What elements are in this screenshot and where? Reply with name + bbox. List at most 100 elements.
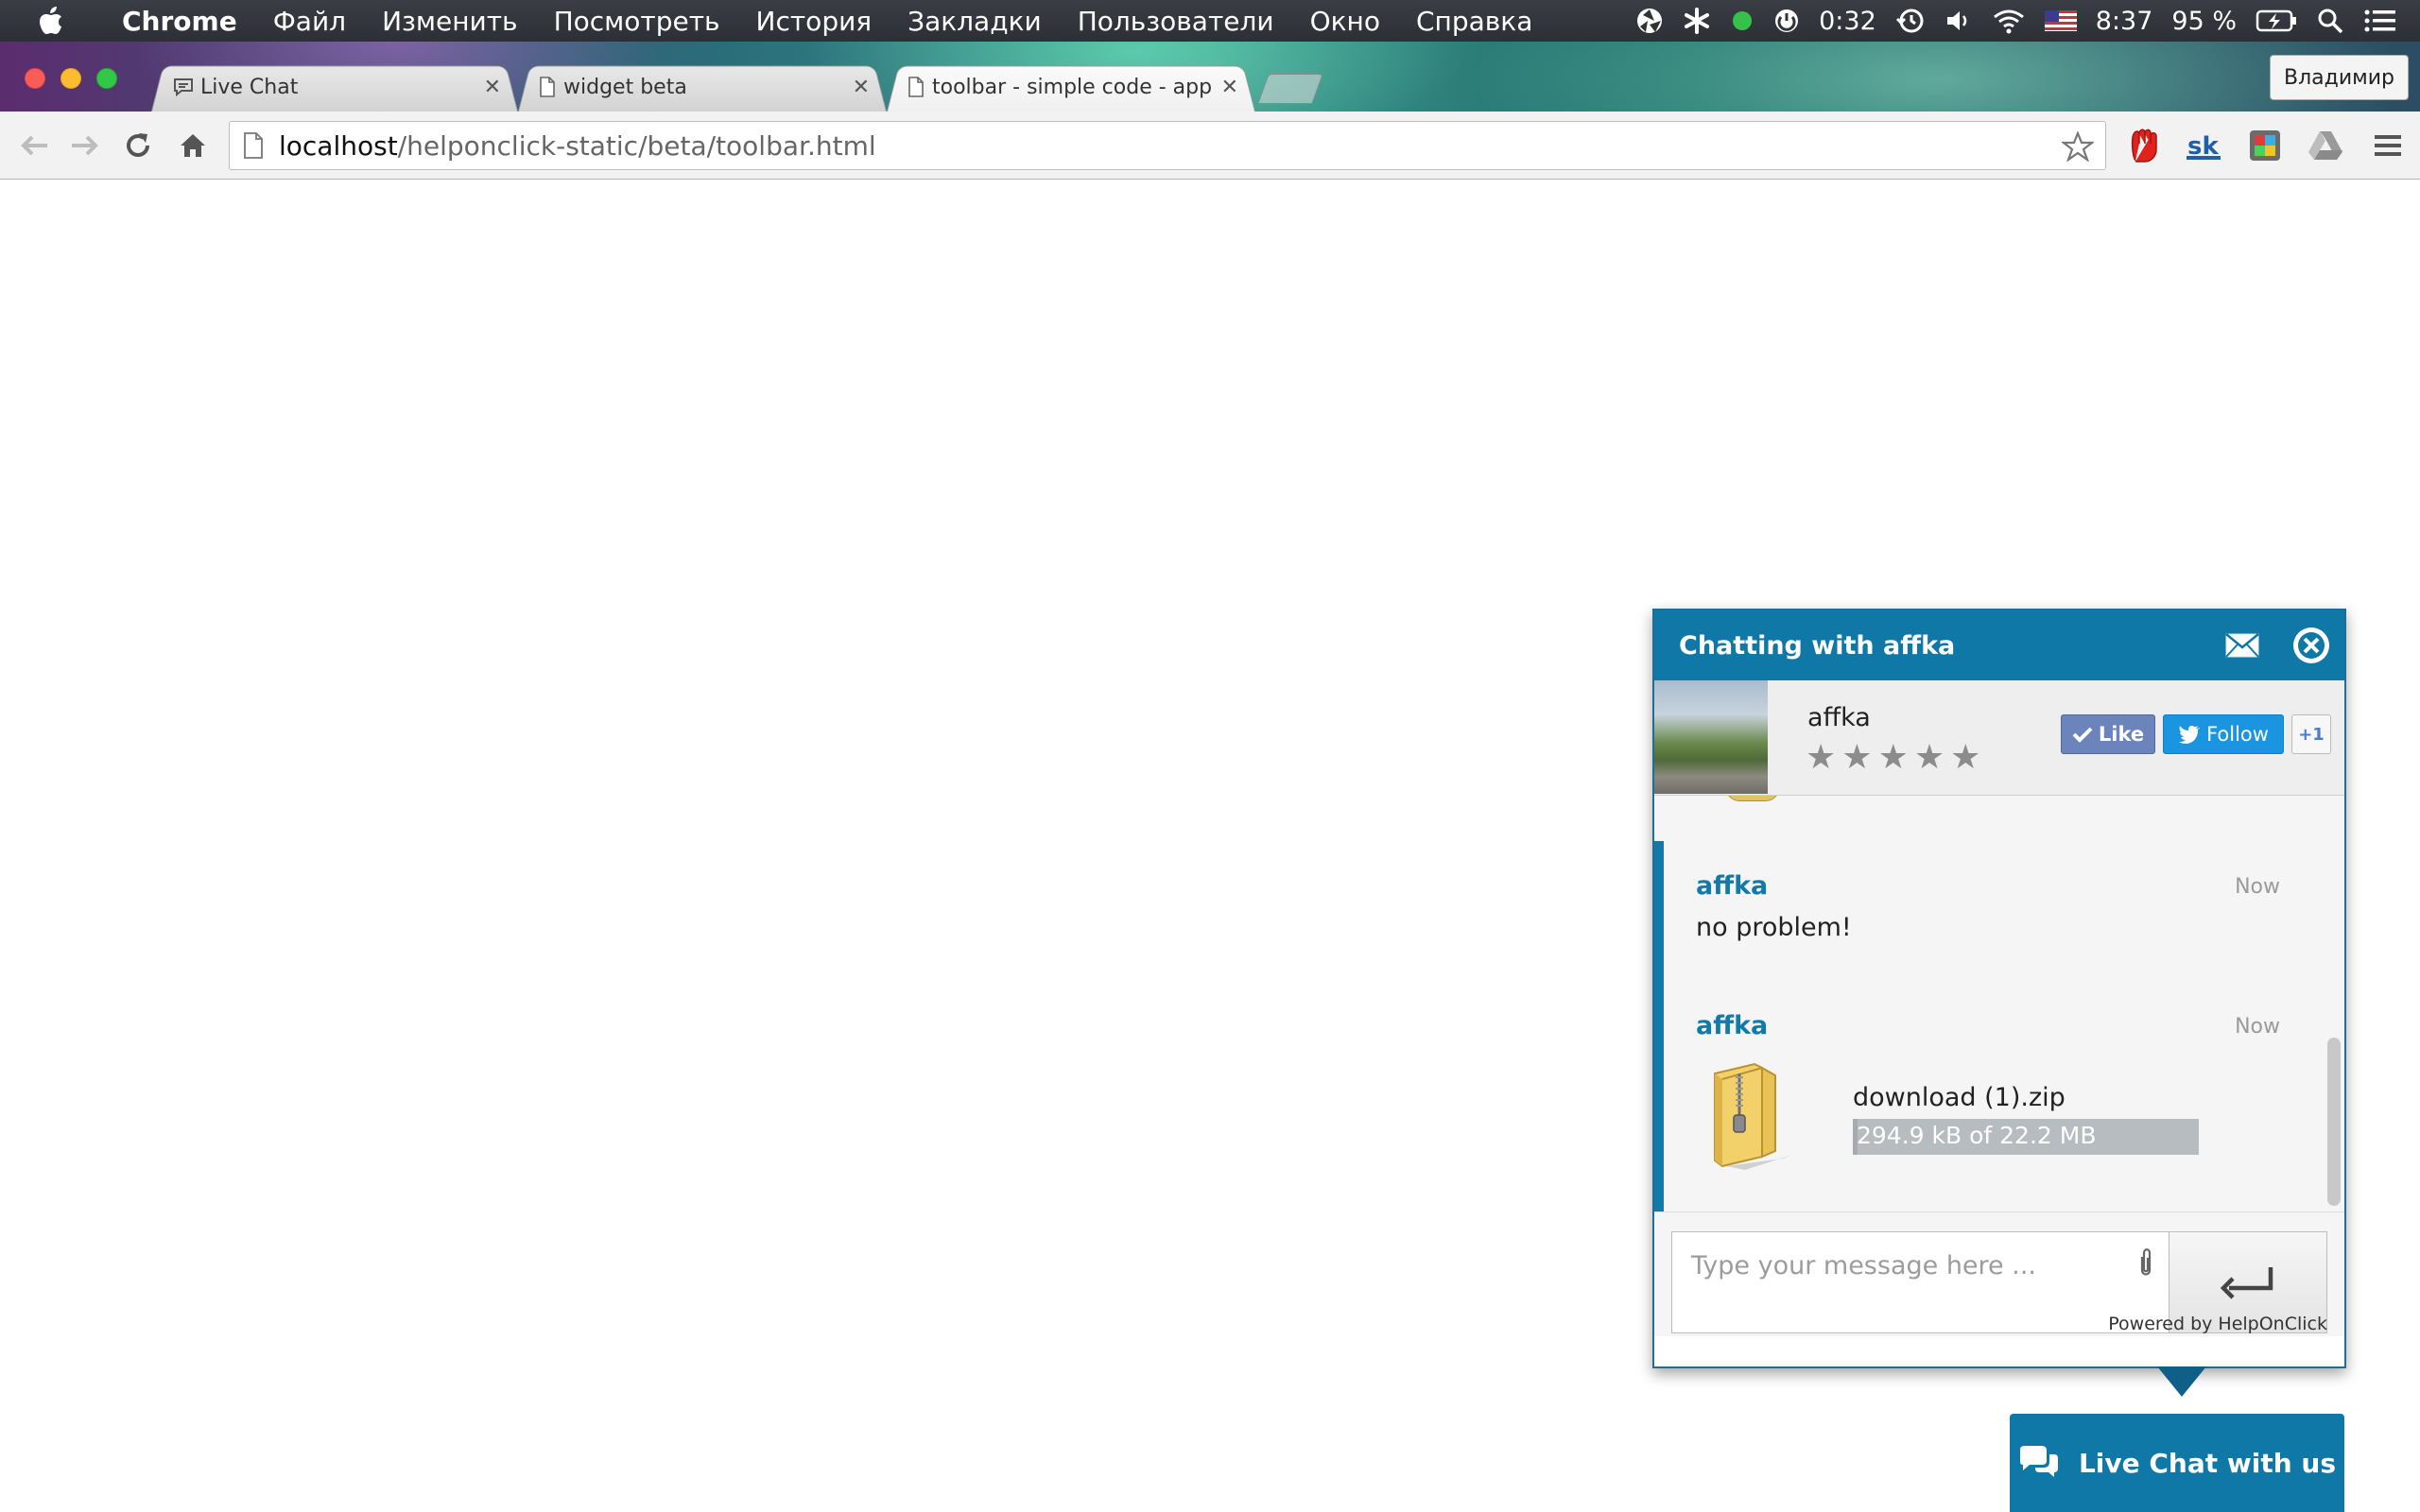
menu-app-chrome[interactable]: Chrome <box>104 6 255 37</box>
home-button[interactable] <box>176 129 210 163</box>
message-text: no problem! <box>1696 913 1852 942</box>
window-minimize-button[interactable] <box>60 68 81 89</box>
download-progress-bar: 294.9 kB of 22.2 MB <box>1853 1119 2199 1155</box>
message-list-scrollbar[interactable] <box>2327 1038 2341 1206</box>
zip-file-icon[interactable] <box>1707 1060 1792 1170</box>
agent-name: affka <box>1807 703 1871 732</box>
close-chat-button[interactable] <box>2293 627 2329 663</box>
chat-bubbles-icon <box>2018 1446 2060 1480</box>
battery-charging-icon[interactable] <box>2256 9 2297 33</box>
menu-bookmarks[interactable]: Закладки <box>890 6 1060 37</box>
url-path: /helponclick-static/beta/toolbar.html <box>397 129 876 162</box>
reload-button[interactable] <box>121 129 155 163</box>
menu-people[interactable]: Пользователи <box>1060 6 1292 37</box>
download-progress-text: 294.9 kB of 22.2 MB <box>1857 1122 2097 1149</box>
menu-history[interactable]: История <box>738 6 890 37</box>
menu-edit[interactable]: Изменить <box>364 6 536 37</box>
tab-title: widget beta <box>563 75 687 99</box>
time-machine-icon[interactable] <box>1895 7 1926 35</box>
attach-file-icon[interactable] <box>2136 1247 2155 1283</box>
powered-by-link[interactable]: Powered by HelpOnClick <box>2108 1314 2327 1334</box>
live-chat-launcher-button[interactable]: Live Chat with us <box>2010 1414 2344 1512</box>
message-input-placeholder: Type your message here ... <box>1691 1251 2036 1280</box>
rating-star-4[interactable]: ★ <box>1914 741 1945 775</box>
window-zoom-button[interactable] <box>96 68 117 89</box>
page-icon <box>908 77 925 97</box>
follow-label: Follow <box>2206 723 2269 746</box>
tab-widget-beta[interactable]: widget beta ✕ <box>518 62 887 112</box>
url-host: localhost <box>279 129 398 162</box>
google-plus-one-button[interactable]: +1 <box>2291 714 2331 754</box>
chat-bubble-icon <box>172 77 195 97</box>
page-icon <box>539 77 556 97</box>
message-input[interactable]: Type your message here ... <box>1671 1231 2169 1333</box>
macos-menubar: Chrome Файл Изменить Посмотреть История … <box>0 0 2420 42</box>
email-transcript-icon[interactable] <box>2225 633 2259 664</box>
back-button[interactable] <box>17 129 51 163</box>
tab-title: toolbar - simple code - app <box>932 75 1213 99</box>
menu-view[interactable]: Посмотреть <box>536 6 738 37</box>
apple-menu-icon[interactable] <box>0 6 104 36</box>
agent-photo <box>1654 680 1768 794</box>
message-time: Now <box>2235 875 2280 899</box>
tab-toolbar-simple-code[interactable]: toolbar - simple code - app ✕ <box>887 62 1255 112</box>
tab-live-chat[interactable]: Live Chat ✕ <box>151 62 518 112</box>
spotlight-search-icon[interactable] <box>2316 7 2344 35</box>
rating-star-5[interactable]: ★ <box>1950 741 1980 775</box>
twitter-bird-icon <box>2178 725 2201 744</box>
wifi-icon[interactable] <box>1992 8 2026 34</box>
agent-panel: affka ★ ★ ★ ★ ★ Like Follow +1 <box>1654 680 2344 796</box>
status-dot-icon[interactable] <box>1730 9 1754 33</box>
address-bar[interactable]: localhost/helponclick-static/beta/toolba… <box>229 121 2106 170</box>
like-label: Like <box>2098 723 2145 746</box>
previous-file-icon <box>1726 796 1779 801</box>
chrome-menu-icon[interactable] <box>2369 129 2407 163</box>
launcher-label: Live Chat with us <box>2078 1447 2337 1479</box>
menu-file[interactable]: Файл <box>255 6 364 37</box>
message-author: affka <box>1696 1011 1769 1040</box>
clock[interactable]: 8:37 <box>2096 7 2153 36</box>
rating-stars[interactable]: ★ ★ ★ ★ ★ <box>1806 741 1980 775</box>
tab-title: Live Chat <box>200 75 299 99</box>
us-flag-icon[interactable] <box>2044 10 2077 31</box>
menu-help[interactable]: Справка <box>1398 6 1550 37</box>
browser-toolbar: localhost/helponclick-static/beta/toolba… <box>0 112 2420 180</box>
chat-header: Chatting with affka <box>1654 610 2344 680</box>
forward-button[interactable] <box>68 129 102 163</box>
timer-icon[interactable] <box>1773 8 1800 34</box>
composer: Type your message here ... Powered by He… <box>1654 1211 2344 1336</box>
facebook-like-button[interactable]: Like <box>2061 714 2155 754</box>
checkmark-icon <box>2072 726 2093 743</box>
battery-percent[interactable]: 95 % <box>2171 7 2237 36</box>
google-drive-extension-icon[interactable] <box>2307 129 2344 163</box>
enter-arrow-icon <box>2220 1263 2276 1301</box>
rating-star-1[interactable]: ★ <box>1806 741 1836 775</box>
message-time: Now <box>2235 1015 2280 1039</box>
adblock-extension-icon[interactable] <box>2125 129 2163 163</box>
color-picker-extension-icon[interactable] <box>2246 129 2284 163</box>
sk-extension-icon[interactable]: sk <box>2186 129 2223 163</box>
chat-widget: Chatting with affka affka ★ ★ ★ ★ ★ Like <box>1652 609 2346 1368</box>
twitter-follow-button[interactable]: Follow <box>2163 714 2284 754</box>
timer-readout: 0:32 <box>1819 6 1876 36</box>
new-tab-button[interactable] <box>1257 74 1323 104</box>
asterisk-icon[interactable] <box>1683 7 1711 35</box>
agent-accent-bar <box>1654 841 1664 1211</box>
message-author: affka <box>1696 871 1769 901</box>
rating-star-3[interactable]: ★ <box>1878 741 1909 775</box>
notification-center-icon[interactable] <box>2363 8 2397 34</box>
menu-window[interactable]: Окно <box>1292 6 1398 37</box>
file-name[interactable]: download (1).zip <box>1853 1083 2066 1112</box>
tab-close-icon[interactable]: ✕ <box>853 76 870 99</box>
bookmark-star-icon[interactable] <box>2060 130 2096 168</box>
tab-close-icon[interactable]: ✕ <box>1221 76 1238 99</box>
tab-close-icon[interactable]: ✕ <box>484 76 501 99</box>
aperture-icon[interactable] <box>1635 7 1664 35</box>
rating-star-2[interactable]: ★ <box>1841 741 1872 775</box>
window-close-button[interactable] <box>25 68 45 89</box>
page-icon <box>243 132 264 159</box>
message-list[interactable]: affka Now no problem! affka Now download… <box>1654 796 2344 1211</box>
profile-button[interactable]: Владимир <box>2269 55 2409 100</box>
volume-icon[interactable] <box>1945 8 1973 34</box>
widget-pointer <box>2157 1366 2206 1397</box>
